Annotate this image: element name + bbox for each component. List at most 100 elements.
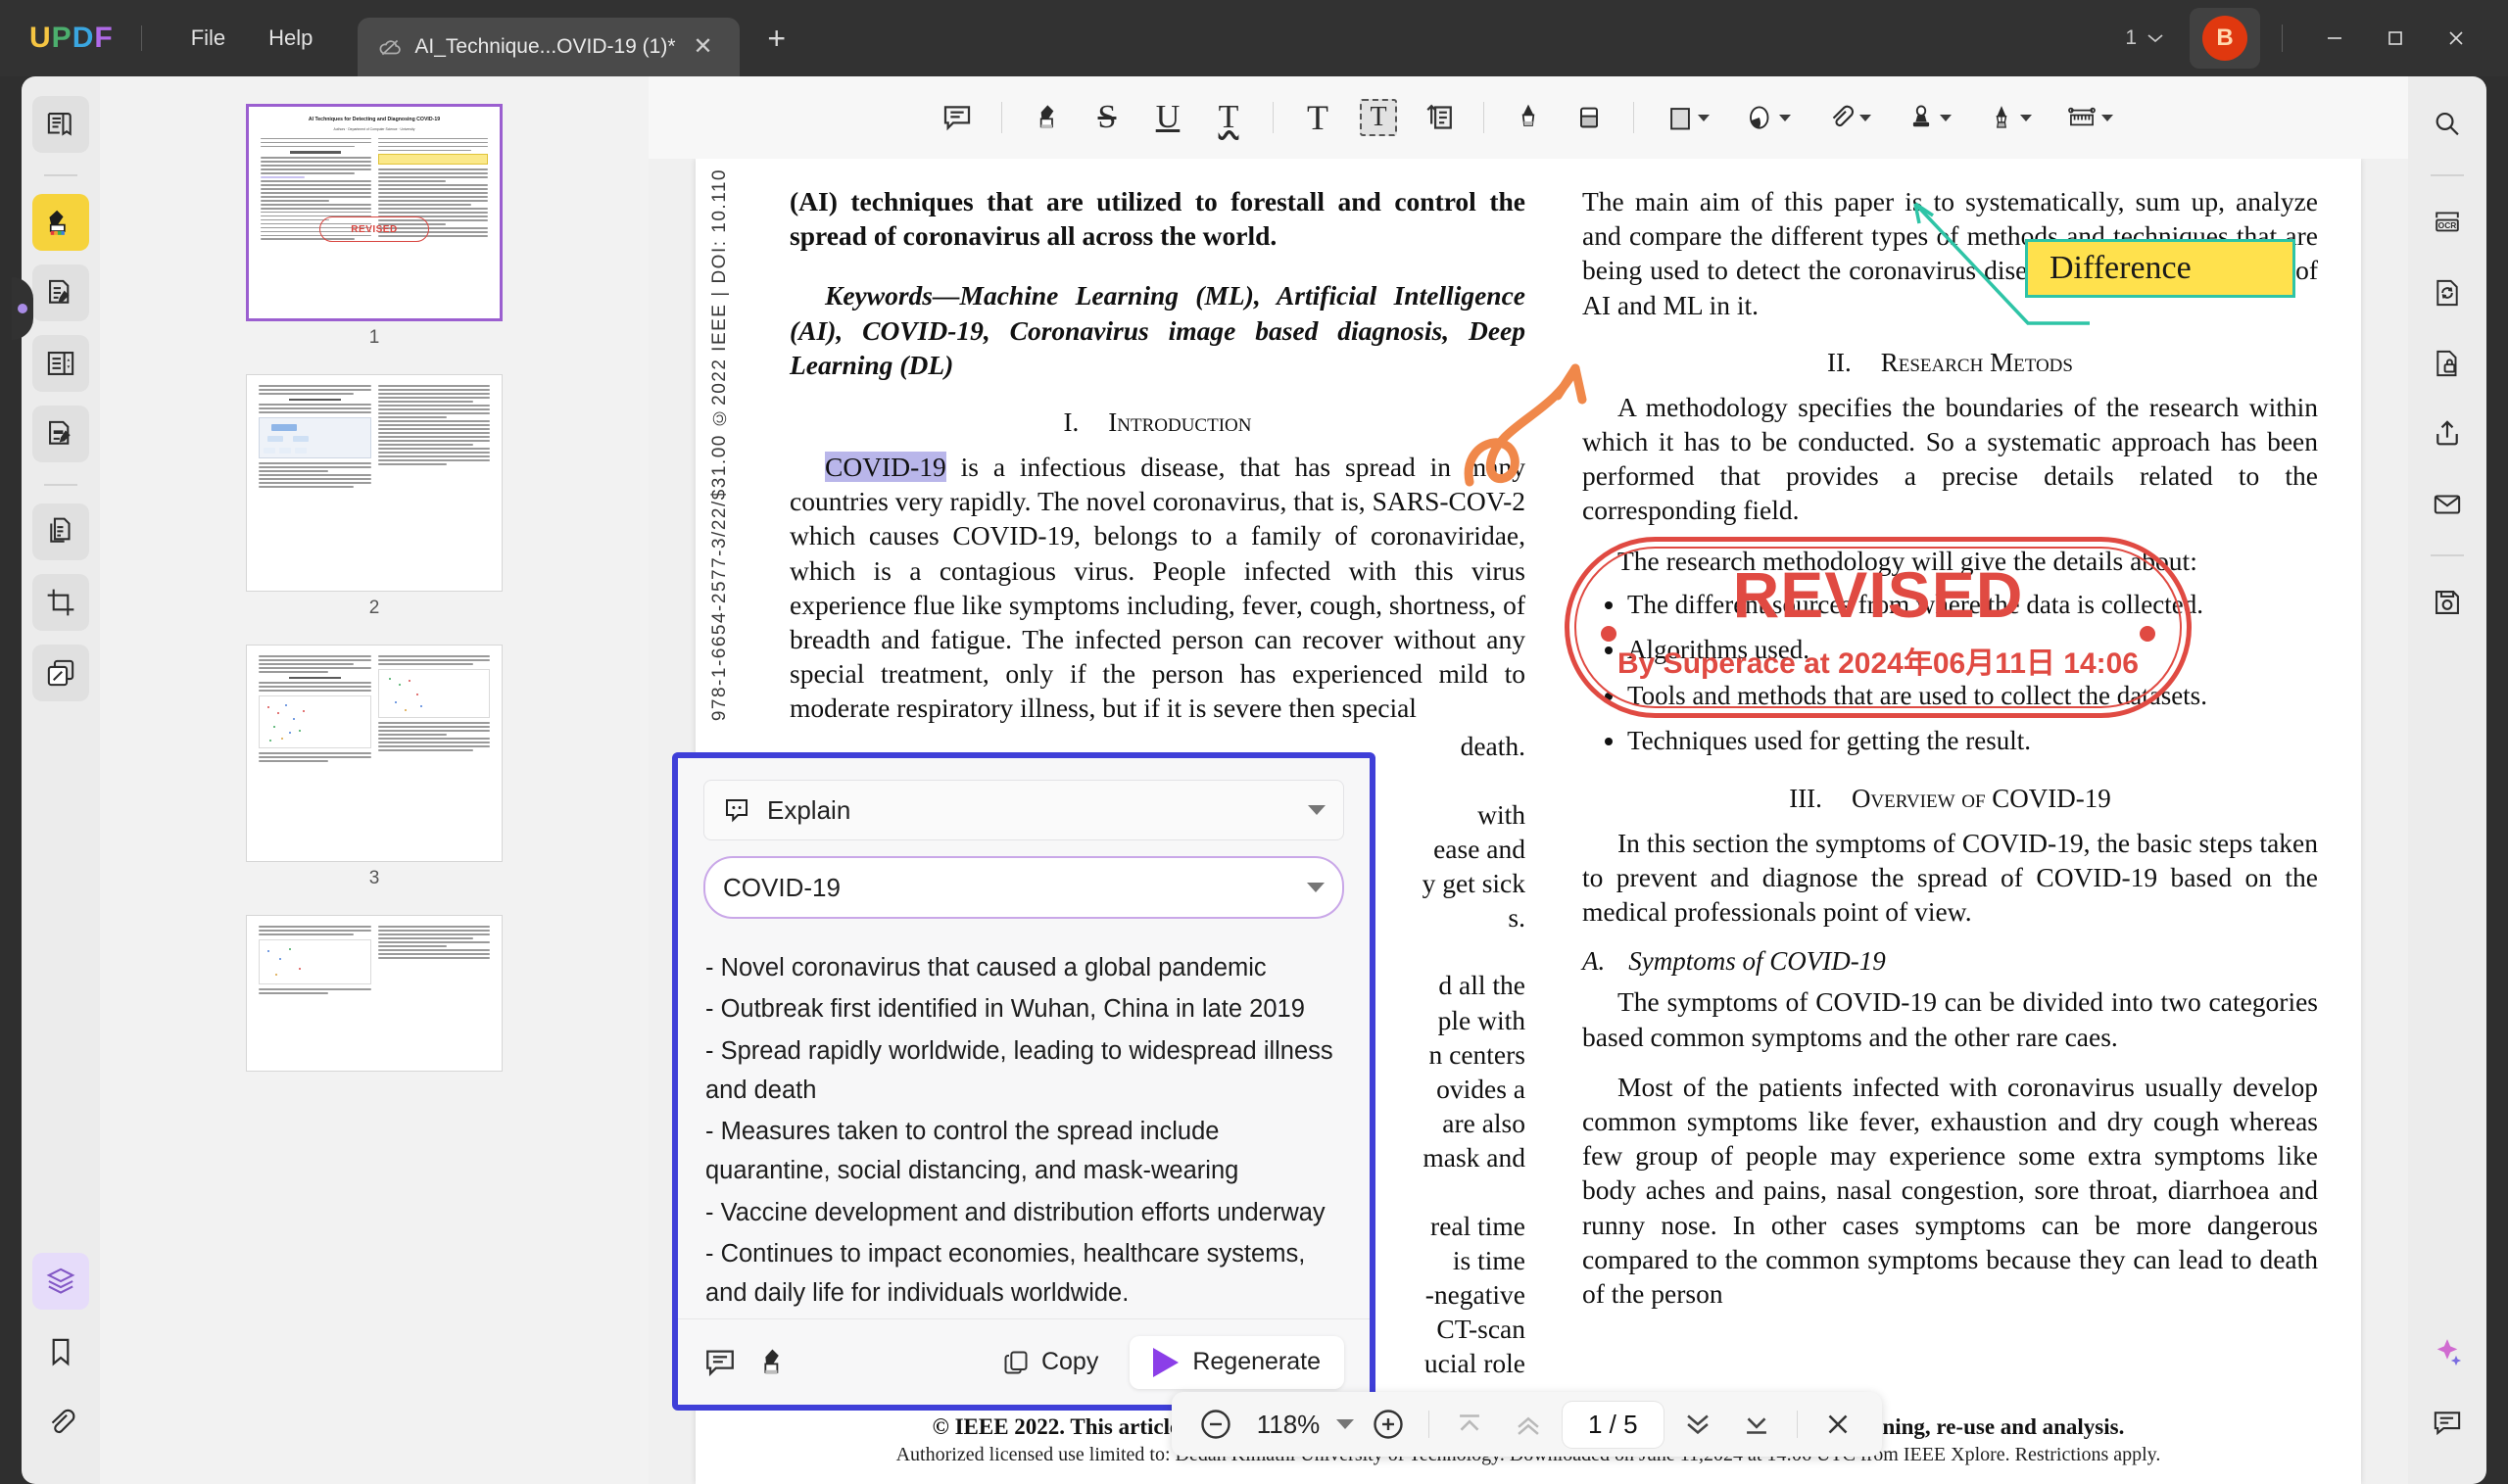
thumbnail-col-left	[259, 385, 371, 490]
stamp-tool[interactable]	[1891, 89, 1967, 146]
tab-close-icon[interactable]: ✕	[694, 35, 713, 59]
sidebar-item-reader-mode[interactable]	[32, 96, 89, 153]
attachment-tool[interactable]	[1810, 89, 1887, 146]
measure-tool[interactable]	[2051, 89, 2128, 146]
squiggly-tool[interactable]: T	[1200, 89, 1257, 146]
sidebar-item-save[interactable]	[2419, 574, 2476, 631]
sidebar-item-edit-pdf[interactable]	[32, 264, 89, 321]
underline-tool[interactable]: U	[1139, 89, 1196, 146]
text-tool[interactable]: T	[1289, 89, 1346, 146]
thumbnail-panel[interactable]: AI Techniques for Detecting and Diagnosi…	[100, 76, 649, 1484]
thumbnail-page-4[interactable]	[246, 915, 503, 1072]
ai-regenerate-button[interactable]: Regenerate	[1130, 1335, 1344, 1389]
document-tab[interactable]: AI_Technique...OVID-19 (1)* ✕	[358, 18, 741, 76]
colors-tool[interactable]	[1730, 89, 1807, 146]
ai-mode-select[interactable]: Explain	[703, 780, 1344, 840]
menu-help[interactable]: Help	[247, 18, 334, 59]
thumbnail-authors: Authors · Department of Computer Science…	[333, 126, 415, 131]
zoom-toolbar: 118% 1 / 5	[1172, 1392, 1882, 1457]
logo-letter-p: P	[51, 22, 72, 54]
sidebar-item-attachments[interactable]	[32, 1394, 89, 1451]
sidebar-collapse-handle[interactable]	[12, 277, 33, 340]
shapes-tool[interactable]	[1650, 89, 1726, 146]
subsection-title: Symptoms of COVID-19	[1628, 946, 1886, 977]
sidebar-item-bookmarks[interactable]	[32, 1323, 89, 1380]
sidebar-item-share[interactable]	[2419, 406, 2476, 462]
chevron-down-icon	[1779, 114, 1791, 121]
sidebar-item-convert[interactable]	[2419, 264, 2476, 321]
title-bar: U P D F File Help AI_Technique...OVID-19…	[0, 0, 2508, 76]
sidebar-item-layers[interactable]	[32, 1253, 89, 1310]
right-rail-divider-1	[2431, 174, 2464, 176]
sidebar-item-page-organize[interactable]	[32, 335, 89, 392]
window-count[interactable]: 1	[2125, 26, 2164, 50]
text-select-tool[interactable]: T	[1350, 89, 1407, 146]
titlebar-divider	[140, 25, 142, 51]
sidebar-item-ocr[interactable]: OCR	[2419, 194, 2476, 251]
ai-copy-button[interactable]: Copy	[989, 1340, 1112, 1384]
insert-text-tool[interactable]	[1411, 89, 1468, 146]
thumbnail-col-right	[377, 926, 490, 996]
sidebar-item-batch-process[interactable]	[32, 645, 89, 701]
eraser-tool[interactable]	[1561, 89, 1617, 146]
ai-subject-select[interactable]: COVID-19	[703, 856, 1344, 919]
thumbnail-col-right	[377, 655, 490, 764]
previous-page-button[interactable]	[1504, 1400, 1553, 1449]
app-body: AI Techniques for Detecting and Diagnosi…	[0, 76, 2508, 1484]
sidebar-item-convert-pdf[interactable]	[32, 503, 89, 560]
signature-tool[interactable]	[1971, 89, 2048, 146]
new-tab-button[interactable]: +	[767, 21, 786, 57]
zoom-out-button[interactable]	[1191, 1400, 1240, 1449]
sidebar-item-crop-page[interactable]	[32, 574, 89, 631]
difference-callout-box[interactable]: Difference	[2025, 239, 2295, 298]
ai-response-body: - Novel coronavirus that caused a global…	[678, 934, 1370, 1318]
ai-add-note-button[interactable]	[703, 1346, 737, 1379]
close-button[interactable]	[2426, 8, 2486, 69]
abstract-tail: (AI) techniques that are utilized to for…	[790, 186, 1525, 252]
account-button[interactable]: B	[2190, 8, 2260, 69]
maximize-button[interactable]	[2365, 8, 2426, 69]
thumbnail-number-3: 3	[368, 868, 380, 888]
strikethrough-tool[interactable]: S	[1079, 89, 1135, 146]
menu-file[interactable]: File	[169, 18, 247, 59]
thumbnail-page-content: AI Techniques for Detecting and Diagnosi…	[249, 107, 500, 318]
chevron-down-icon[interactable]	[1336, 1419, 1354, 1429]
thumbnail-page-1[interactable]: AI Techniques for Detecting and Diagnosi…	[246, 104, 503, 321]
pencil-tool[interactable]	[1500, 89, 1557, 146]
next-page-button[interactable]	[1673, 1400, 1722, 1449]
sidebar-item-fill-sign[interactable]	[32, 406, 89, 462]
ai-assistant-panel: Explain COVID-19 - Novel coronavirus tha…	[672, 752, 1375, 1411]
sidebar-item-feedback[interactable]	[2419, 1394, 2476, 1451]
annotation-toolbar: S U T T T	[649, 76, 2408, 159]
titlebar-right-group: 1 B	[2125, 8, 2508, 69]
rail-divider-1	[44, 174, 77, 176]
thumbnail-page-2[interactable]	[246, 374, 503, 592]
close-zoombar-button[interactable]	[1813, 1400, 1862, 1449]
chevron-down-icon	[2101, 114, 2113, 121]
intro-text: is a infectious disease, that has spread…	[790, 451, 1525, 724]
thumbnail-page-3[interactable]	[246, 645, 503, 862]
sidebar-item-ai-assistant[interactable]	[2419, 1323, 2476, 1380]
sidebar-item-email[interactable]	[2419, 476, 2476, 533]
text-glyph: T	[1307, 98, 1328, 137]
thumbnail-col-left	[259, 926, 371, 996]
explain-icon	[722, 795, 751, 825]
thumbnail-col-left	[259, 655, 371, 764]
sticky-note-tool[interactable]	[929, 89, 986, 146]
right-sidebar: OCR	[2408, 76, 2486, 1484]
last-page-button[interactable]	[1732, 1400, 1781, 1449]
chevron-down-icon	[2020, 114, 2032, 121]
first-page-button[interactable]	[1445, 1400, 1494, 1449]
section-2-title: Research Metods	[1880, 347, 2073, 377]
sidebar-item-comment[interactable]	[32, 194, 89, 251]
highlight-tool[interactable]	[1018, 89, 1075, 146]
minimize-button[interactable]	[2304, 8, 2365, 69]
zoom-in-button[interactable]	[1364, 1400, 1413, 1449]
play-icon	[1153, 1347, 1180, 1377]
sidebar-item-protect[interactable]	[2419, 335, 2476, 392]
zoom-level-value[interactable]: 118%	[1250, 1410, 1326, 1440]
ai-highlight-button[interactable]	[754, 1346, 788, 1379]
sidebar-item-search[interactable]	[2419, 96, 2476, 153]
titlebar-divider-2	[2282, 24, 2283, 52]
page-indicator[interactable]: 1 / 5	[1563, 1401, 1664, 1448]
